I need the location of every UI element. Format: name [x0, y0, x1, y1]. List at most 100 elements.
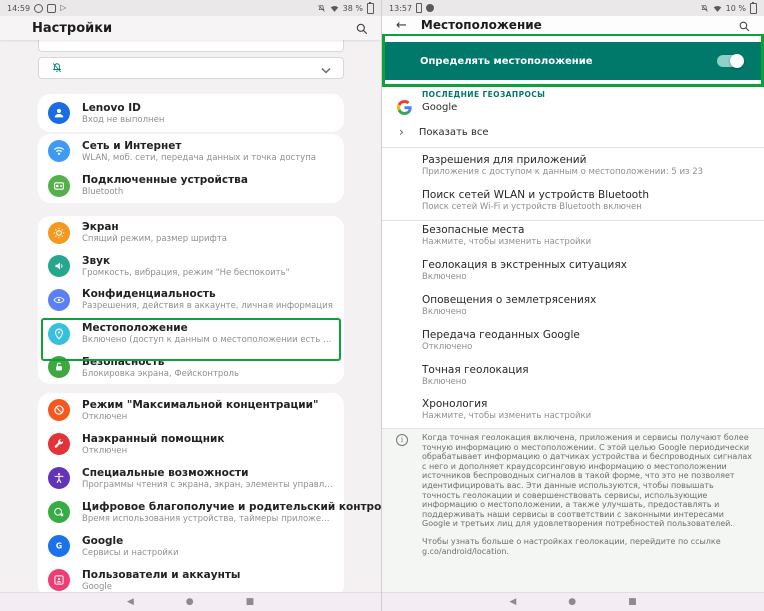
privacy-icon — [48, 289, 70, 311]
item-subtitle: Время использования устройства, таймеры … — [82, 514, 334, 524]
item-subtitle: Bluetooth — [82, 187, 248, 197]
location-footer-note: Когда точная геолокация включена, прилож… — [422, 433, 752, 556]
location-item-emergency-location[interactable]: Геолокация в экстренных ситуациях Включе… — [422, 259, 754, 291]
item-title: Разрешения для приложений — [422, 154, 754, 166]
item-title: Сеть и Интернет — [82, 140, 316, 152]
item-subtitle: Включено — [422, 307, 752, 317]
settings-item-sound[interactable]: Звук Громкость, вибрация, режим "Не бесп… — [38, 250, 344, 284]
show-all-row[interactable]: › Показать все — [382, 122, 764, 142]
settings-appbar: Настройки — [0, 16, 381, 40]
clock: 13:57 — [389, 4, 412, 13]
item-subtitle: Спящий режим, размер шрифта — [82, 234, 227, 244]
item-title: Геолокация в экстренных ситуациях — [422, 259, 754, 271]
item-subtitle: Включено (доступ к данным о местоположен… — [82, 335, 334, 345]
recent-request-google[interactable]: Google — [382, 97, 764, 117]
item-subtitle: Громкость, вибрация, режим "Не беспокоит… — [82, 268, 290, 278]
item-title: Специальные возможности — [82, 467, 334, 479]
alarm-icon — [34, 4, 43, 13]
item-title: Цифровое благополучие и родительский кон… — [82, 501, 334, 513]
item-title: Конфиденциальность — [82, 288, 333, 300]
search-icon[interactable] — [738, 18, 752, 32]
settings-item-google[interactable]: G Google Сервисы и настройки — [38, 529, 344, 563]
svg-text:G: G — [56, 542, 62, 551]
item-title: Экран — [82, 221, 227, 233]
item-subtitle: Программы чтения с экрана, экран, элемен… — [82, 480, 334, 490]
location-panel: 13:57 10 % ← Местоположение Определять м… — [382, 0, 764, 611]
item-title: Безопасность — [82, 356, 239, 368]
item-title: Передача геоданных Google — [422, 329, 754, 341]
item-subtitle: Разрешения, действия в аккаунте, личная … — [82, 301, 333, 311]
settings-item-accessibility[interactable]: Специальные возможности Программы чтения… — [38, 461, 344, 495]
security-icon — [48, 356, 70, 378]
item-title: Безопасные места — [422, 224, 754, 236]
devices-icon — [48, 175, 70, 197]
account-icon — [48, 102, 70, 124]
screenshot-icon — [47, 4, 56, 13]
navigation-bar-left: ◀ ● ■ — [0, 592, 381, 611]
location-item-earthquake-alerts[interactable]: Оповещения о землетрясениях Включено — [422, 294, 754, 326]
item-subtitle: Поиск сетей Wi-Fi и устройств Bluetooth … — [422, 202, 752, 212]
back-button[interactable]: ◀ — [127, 598, 134, 607]
settings-item-connected-devices[interactable]: Подключенные устройства Bluetooth — [38, 169, 344, 204]
divider — [382, 220, 764, 221]
settings-item-privacy[interactable]: Конфиденциальность Разрешения, действия … — [38, 283, 344, 317]
recents-button[interactable]: ■ — [246, 598, 255, 607]
location-item-precise-location[interactable]: Точная геолокация Включено — [422, 364, 754, 396]
bell-muted-icon — [700, 4, 709, 13]
item-subtitle: Отключен — [82, 446, 224, 456]
home-button[interactable]: ● — [186, 598, 194, 607]
settings-item-onscreen-assistant[interactable]: Наэкранный помощник Отключен — [38, 427, 344, 461]
back-arrow-icon[interactable]: ← — [396, 19, 407, 32]
location-item-google-location-sharing[interactable]: Передача геоданных Google Отключено — [422, 329, 754, 361]
location-item-wifi-bt-scanning[interactable]: Поиск сетей WLAN и устройств Bluetooth П… — [422, 189, 754, 221]
item-title: Звук — [82, 255, 290, 267]
show-all-label: Показать все — [419, 127, 489, 138]
battery-icon — [367, 3, 374, 14]
item-subtitle: Отключен — [82, 412, 318, 422]
location-item-app-permissions[interactable]: Разрешения для приложений Приложения с д… — [422, 154, 754, 186]
use-location-banner[interactable]: Определять местоположение — [385, 42, 761, 80]
item-title: Наэкранный помощник — [82, 433, 224, 445]
play-store-icon: ▷ — [60, 4, 66, 12]
chevron-down-icon[interactable] — [321, 59, 331, 78]
settings-item-security[interactable]: Безопасность Блокировка экрана, Фейсконт… — [38, 350, 344, 384]
battery-app-icon — [416, 3, 422, 13]
item-subtitle: Нажмите, чтобы изменить настройки — [422, 237, 752, 247]
settings-item-focus-mode[interactable]: Режим "Максимальной концентрации" Отключ… — [38, 393, 344, 427]
more-settings-card: Режим "Максимальной концентрации" Отключ… — [38, 393, 344, 597]
item-subtitle: Отключено — [422, 342, 752, 352]
item-subtitle: Включено — [422, 377, 752, 387]
google-icon: G — [48, 535, 70, 557]
recents-button[interactable]: ■ — [628, 598, 637, 607]
sound-icon — [48, 255, 70, 277]
settings-item-location[interactable]: Местоположение Включено (доступ к данным… — [38, 317, 344, 351]
item-subtitle: WLAN, моб. сети, передача данных и точка… — [82, 153, 316, 163]
tablet-screen: 14:59 ▷ 38 % Настройки — [0, 0, 764, 611]
footer-paragraph: Когда точная геолокация включена, прилож… — [422, 433, 752, 529]
data-saver-icon — [426, 4, 434, 12]
item-title: Точная геолокация — [422, 364, 754, 376]
battery-percent: 10 % — [726, 4, 746, 13]
status-bar-right: 13:57 10 % — [382, 0, 764, 16]
back-button[interactable]: ◀ — [509, 598, 516, 607]
location-item-timeline[interactable]: Хронология Нажмите, чтобы изменить настр… — [422, 398, 754, 430]
search-icon[interactable] — [355, 21, 369, 35]
item-title: Google — [82, 535, 179, 547]
wifi-status-icon — [330, 4, 339, 13]
accessibility-icon — [48, 467, 70, 489]
item-title: Хронология — [422, 398, 754, 410]
display-icon — [48, 222, 70, 244]
dnd-collapsed-banner[interactable] — [38, 57, 344, 79]
use-location-toggle[interactable] — [717, 55, 743, 67]
bell-muted-icon — [317, 4, 326, 13]
divider — [382, 428, 764, 429]
location-item-safe-places[interactable]: Безопасные места Нажмите, чтобы изменить… — [422, 224, 754, 256]
home-button[interactable]: ● — [568, 598, 576, 607]
settings-item-network[interactable]: Сеть и Интернет WLAN, моб. сети, передач… — [38, 134, 344, 169]
item-title: Подключенные устройства — [82, 174, 248, 186]
item-subtitle: Блокировка экрана, Фейсконтроль — [82, 369, 239, 379]
settings-item-display[interactable]: Экран Спящий режим, размер шрифта — [38, 216, 344, 250]
settings-item-lenovo-id[interactable]: Lenovo ID Вход не выполнен — [38, 94, 344, 132]
settings-item-digital-wellbeing[interactable]: Цифровое благополучие и родительский кон… — [38, 495, 344, 529]
clock: 14:59 — [7, 4, 30, 13]
